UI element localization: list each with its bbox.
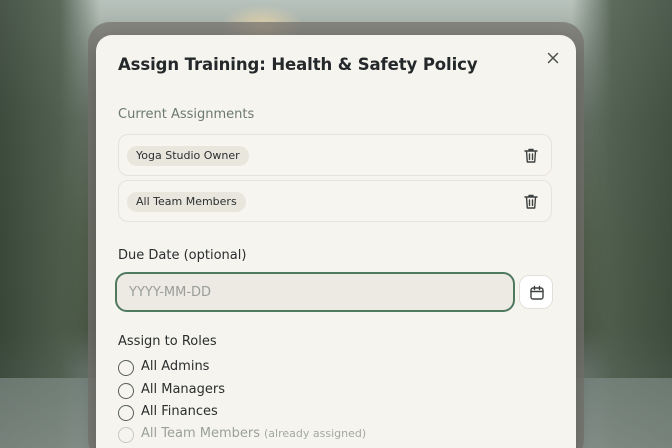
calendar-button[interactable] (519, 275, 553, 309)
assignment-card: Yoga Studio Owner (118, 134, 552, 176)
assign-to-roles-label: Assign to Roles (118, 334, 217, 349)
calendar-icon (530, 285, 544, 300)
assign-training-modal: Assign Training: Health & Safety Policy … (96, 35, 576, 448)
role-radio[interactable] (118, 360, 134, 376)
assignment-chip: All Team Members (127, 192, 246, 212)
remove-assignment-button[interactable] (523, 193, 539, 210)
role-label: All Team Members (141, 426, 260, 441)
role-radio-disabled (118, 427, 134, 443)
role-radio[interactable] (118, 405, 134, 421)
current-assignments-label: Current Assignments (118, 107, 255, 122)
role-label: All Admins (141, 359, 210, 374)
close-button[interactable] (544, 49, 562, 67)
role-label: All Managers (141, 382, 226, 397)
due-date-input[interactable] (115, 272, 515, 312)
assignment-card: All Team Members (118, 180, 552, 222)
already-assigned-note: (already assigned) (264, 427, 367, 440)
trash-icon (524, 148, 538, 163)
remove-assignment-button[interactable] (523, 147, 539, 164)
due-date-label: Due Date (optional) (118, 248, 247, 263)
role-label: All Finances (141, 404, 218, 419)
modal-title: Assign Training: Health & Safety Policy (118, 55, 478, 74)
role-radio[interactable] (118, 383, 134, 399)
assignment-chip: Yoga Studio Owner (127, 146, 249, 166)
trash-icon (524, 194, 538, 209)
close-icon (547, 52, 559, 64)
